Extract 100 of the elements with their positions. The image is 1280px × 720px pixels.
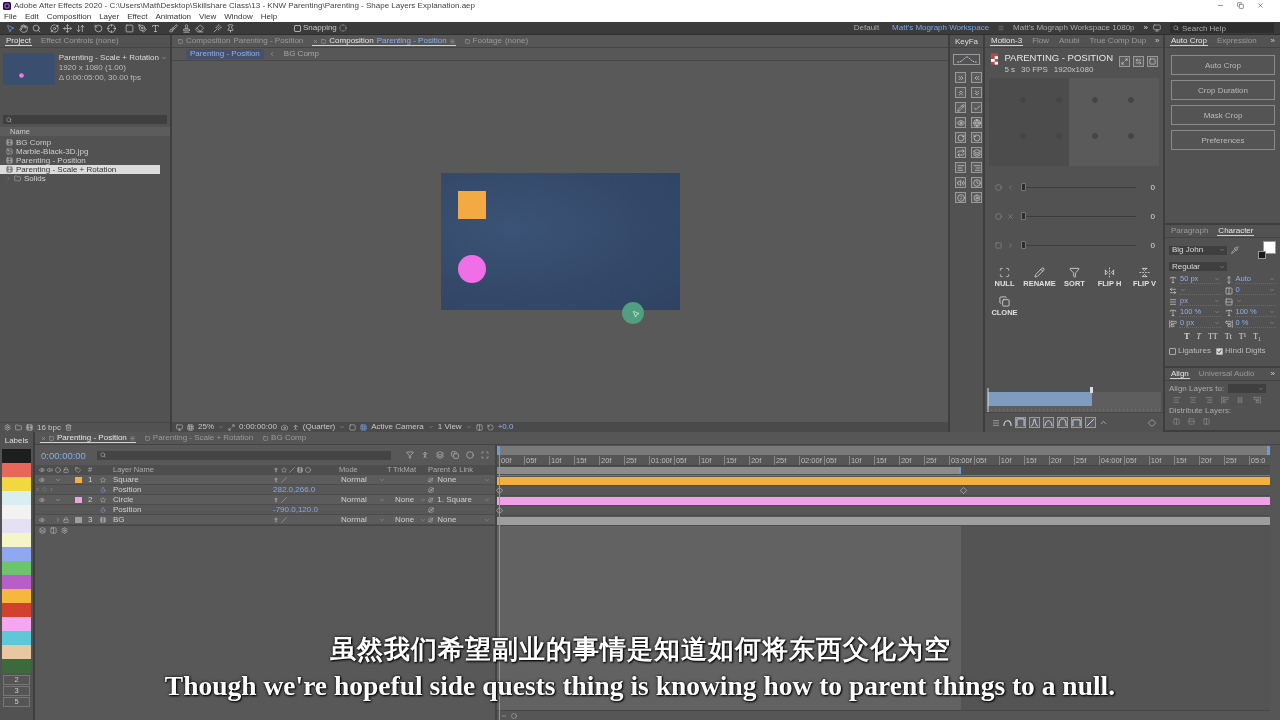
slider-thumb[interactable]: [1021, 240, 1026, 249]
ease-curve-icon[interactable]: [1029, 417, 1040, 428]
timecode-label[interactable]: 0:00:00:00: [239, 423, 277, 431]
label-color-swatch[interactable]: [2, 449, 31, 463]
menu-item[interactable]: Effect: [127, 12, 148, 21]
chevron-left-icon[interactable]: [1007, 183, 1014, 191]
property-value[interactable]: 282.0,266.0: [273, 485, 339, 494]
timeline-tab[interactable]: Parenting - Position: [40, 433, 136, 443]
overflow-button[interactable]: »: [1155, 37, 1160, 45]
orbit-icon[interactable]: [428, 506, 434, 513]
panel-tab[interactable]: Project: [5, 36, 32, 46]
circle-shape[interactable]: [457, 255, 486, 283]
zoom-icon[interactable]: [32, 23, 41, 33]
folder-icon[interactable]: [15, 424, 22, 431]
panel-tab[interactable]: Universal Audio: [1197, 369, 1256, 379]
circle-icon[interactable]: [55, 466, 61, 473]
label-color-swatch[interactable]: [75, 476, 82, 483]
search-field[interactable]: [97, 450, 391, 460]
label-color-swatch[interactable]: [2, 589, 31, 603]
grid-icon[interactable]: [360, 423, 368, 431]
keyframe-icon[interactable]: [496, 487, 503, 494]
diamond-icon[interactable]: [1148, 418, 1156, 427]
crop-button[interactable]: Auto Crop: [1171, 55, 1275, 75]
person-icon[interactable]: [273, 476, 279, 483]
minimize-icon[interactable]: [1217, 2, 1224, 9]
speaker-icon[interactable]: [47, 466, 53, 473]
chevron-up-icon[interactable]: [1099, 418, 1108, 427]
list-icon[interactable]: [955, 162, 966, 173]
panel-tab[interactable]: Composition Parenting - Position: [177, 36, 305, 46]
breadcrumb[interactable]: BG Comp: [279, 49, 323, 59]
font-dropdown[interactable]: Big John: [1169, 245, 1227, 255]
layer-row[interactable]: 2 Circle Normal None 1. Square: [35, 495, 495, 505]
clock-icon[interactable]: [971, 177, 982, 188]
track-matte-dropdown[interactable]: None: [393, 495, 428, 504]
square-icon[interactable]: [1147, 56, 1158, 67]
style-dropdown[interactable]: Regular: [1169, 262, 1227, 271]
chevrons-left-icon[interactable]: [971, 72, 982, 83]
stamp-icon[interactable]: [182, 23, 191, 33]
label-color-swatch[interactable]: [2, 505, 31, 519]
work-area-bar[interactable]: [497, 466, 1270, 476]
menu-icon[interactable]: [992, 418, 1000, 427]
label-color-swatch[interactable]: [2, 477, 31, 491]
monitor-icon[interactable]: [176, 423, 183, 431]
eyedropper-icon[interactable]: [1231, 246, 1239, 254]
search-field[interactable]: [3, 115, 167, 124]
project-item[interactable]: Parenting - Position: [0, 156, 160, 165]
frame-icon[interactable]: [481, 451, 489, 459]
overflow-button[interactable]: »: [1143, 24, 1148, 32]
label-color-swatch[interactable]: [2, 659, 31, 673]
panel-tab[interactable]: Character: [1217, 226, 1255, 236]
label-color-swatch[interactable]: [75, 516, 82, 523]
square-curve-icon[interactable]: [1071, 417, 1082, 428]
arrows-up-down-icon[interactable]: [76, 23, 85, 33]
twirl-icon[interactable]: [55, 476, 61, 483]
rotate-right-icon[interactable]: [955, 132, 966, 143]
pin-icon[interactable]: [226, 23, 235, 33]
rotate-icon[interactable]: [94, 23, 103, 33]
menu-item[interactable]: Animation: [155, 12, 192, 21]
ease-curve-icon[interactable]: [1043, 417, 1054, 428]
menu-icon[interactable]: [129, 435, 135, 441]
type-style-button[interactable]: TT: [1207, 333, 1218, 341]
type-style-button[interactable]: T: [1196, 333, 1201, 341]
parent-dropdown[interactable]: 1. Square: [435, 495, 492, 504]
type-style-button[interactable]: T: [1184, 333, 1190, 341]
label-color-swatch[interactable]: [2, 519, 31, 533]
square-shape[interactable]: [457, 191, 486, 219]
circle-icon[interactable]: [511, 712, 517, 719]
chevron-right-icon[interactable]: [49, 487, 54, 492]
arch-curve-icon[interactable]: [1003, 418, 1012, 427]
menu-item[interactable]: Edit: [24, 12, 39, 21]
orbit-icon[interactable]: [428, 486, 434, 493]
info-icon[interactable]: [955, 192, 966, 203]
align-end-icon[interactable]: [1253, 396, 1261, 404]
chevrons-down-icon[interactable]: [971, 87, 982, 98]
timecode[interactable]: 0:00:00:00: [41, 449, 89, 461]
overflow-button[interactable]: »: [1270, 370, 1275, 378]
arrows-icon[interactable]: [1133, 56, 1144, 67]
type-style-button[interactable]: Tt: [1224, 333, 1232, 341]
rows-icon[interactable]: [1188, 418, 1195, 425]
layers-icon[interactable]: [436, 451, 444, 459]
keyframe-icon[interactable]: [496, 507, 503, 514]
mode-dropdown[interactable]: Normal: [339, 495, 387, 504]
menu-item[interactable]: File: [4, 12, 17, 21]
tally-icon[interactable]: [1237, 396, 1245, 404]
panel-tab[interactable]: Effect Controls (none): [39, 36, 120, 46]
lock-icon[interactable]: [63, 516, 69, 523]
label-color-swatch[interactable]: [2, 575, 31, 589]
diagonal-curve-icon[interactable]: [1085, 417, 1096, 428]
columns-icon[interactable]: [1203, 418, 1210, 425]
settings-icon[interactable]: [61, 527, 68, 534]
columns-icon[interactable]: [475, 423, 483, 431]
panel-tab[interactable]: Expression: [1216, 36, 1258, 46]
value-field[interactable]: [1234, 297, 1276, 306]
project-item[interactable]: Solids: [0, 174, 160, 183]
film-icon[interactable]: [26, 424, 33, 431]
resize-icon[interactable]: [228, 423, 235, 431]
current-time-indicator[interactable]: [499, 455, 500, 720]
slash-icon[interactable]: [281, 516, 287, 523]
eye-icon[interactable]: [39, 496, 45, 503]
stroke-swatch[interactable]: [1258, 251, 1266, 259]
